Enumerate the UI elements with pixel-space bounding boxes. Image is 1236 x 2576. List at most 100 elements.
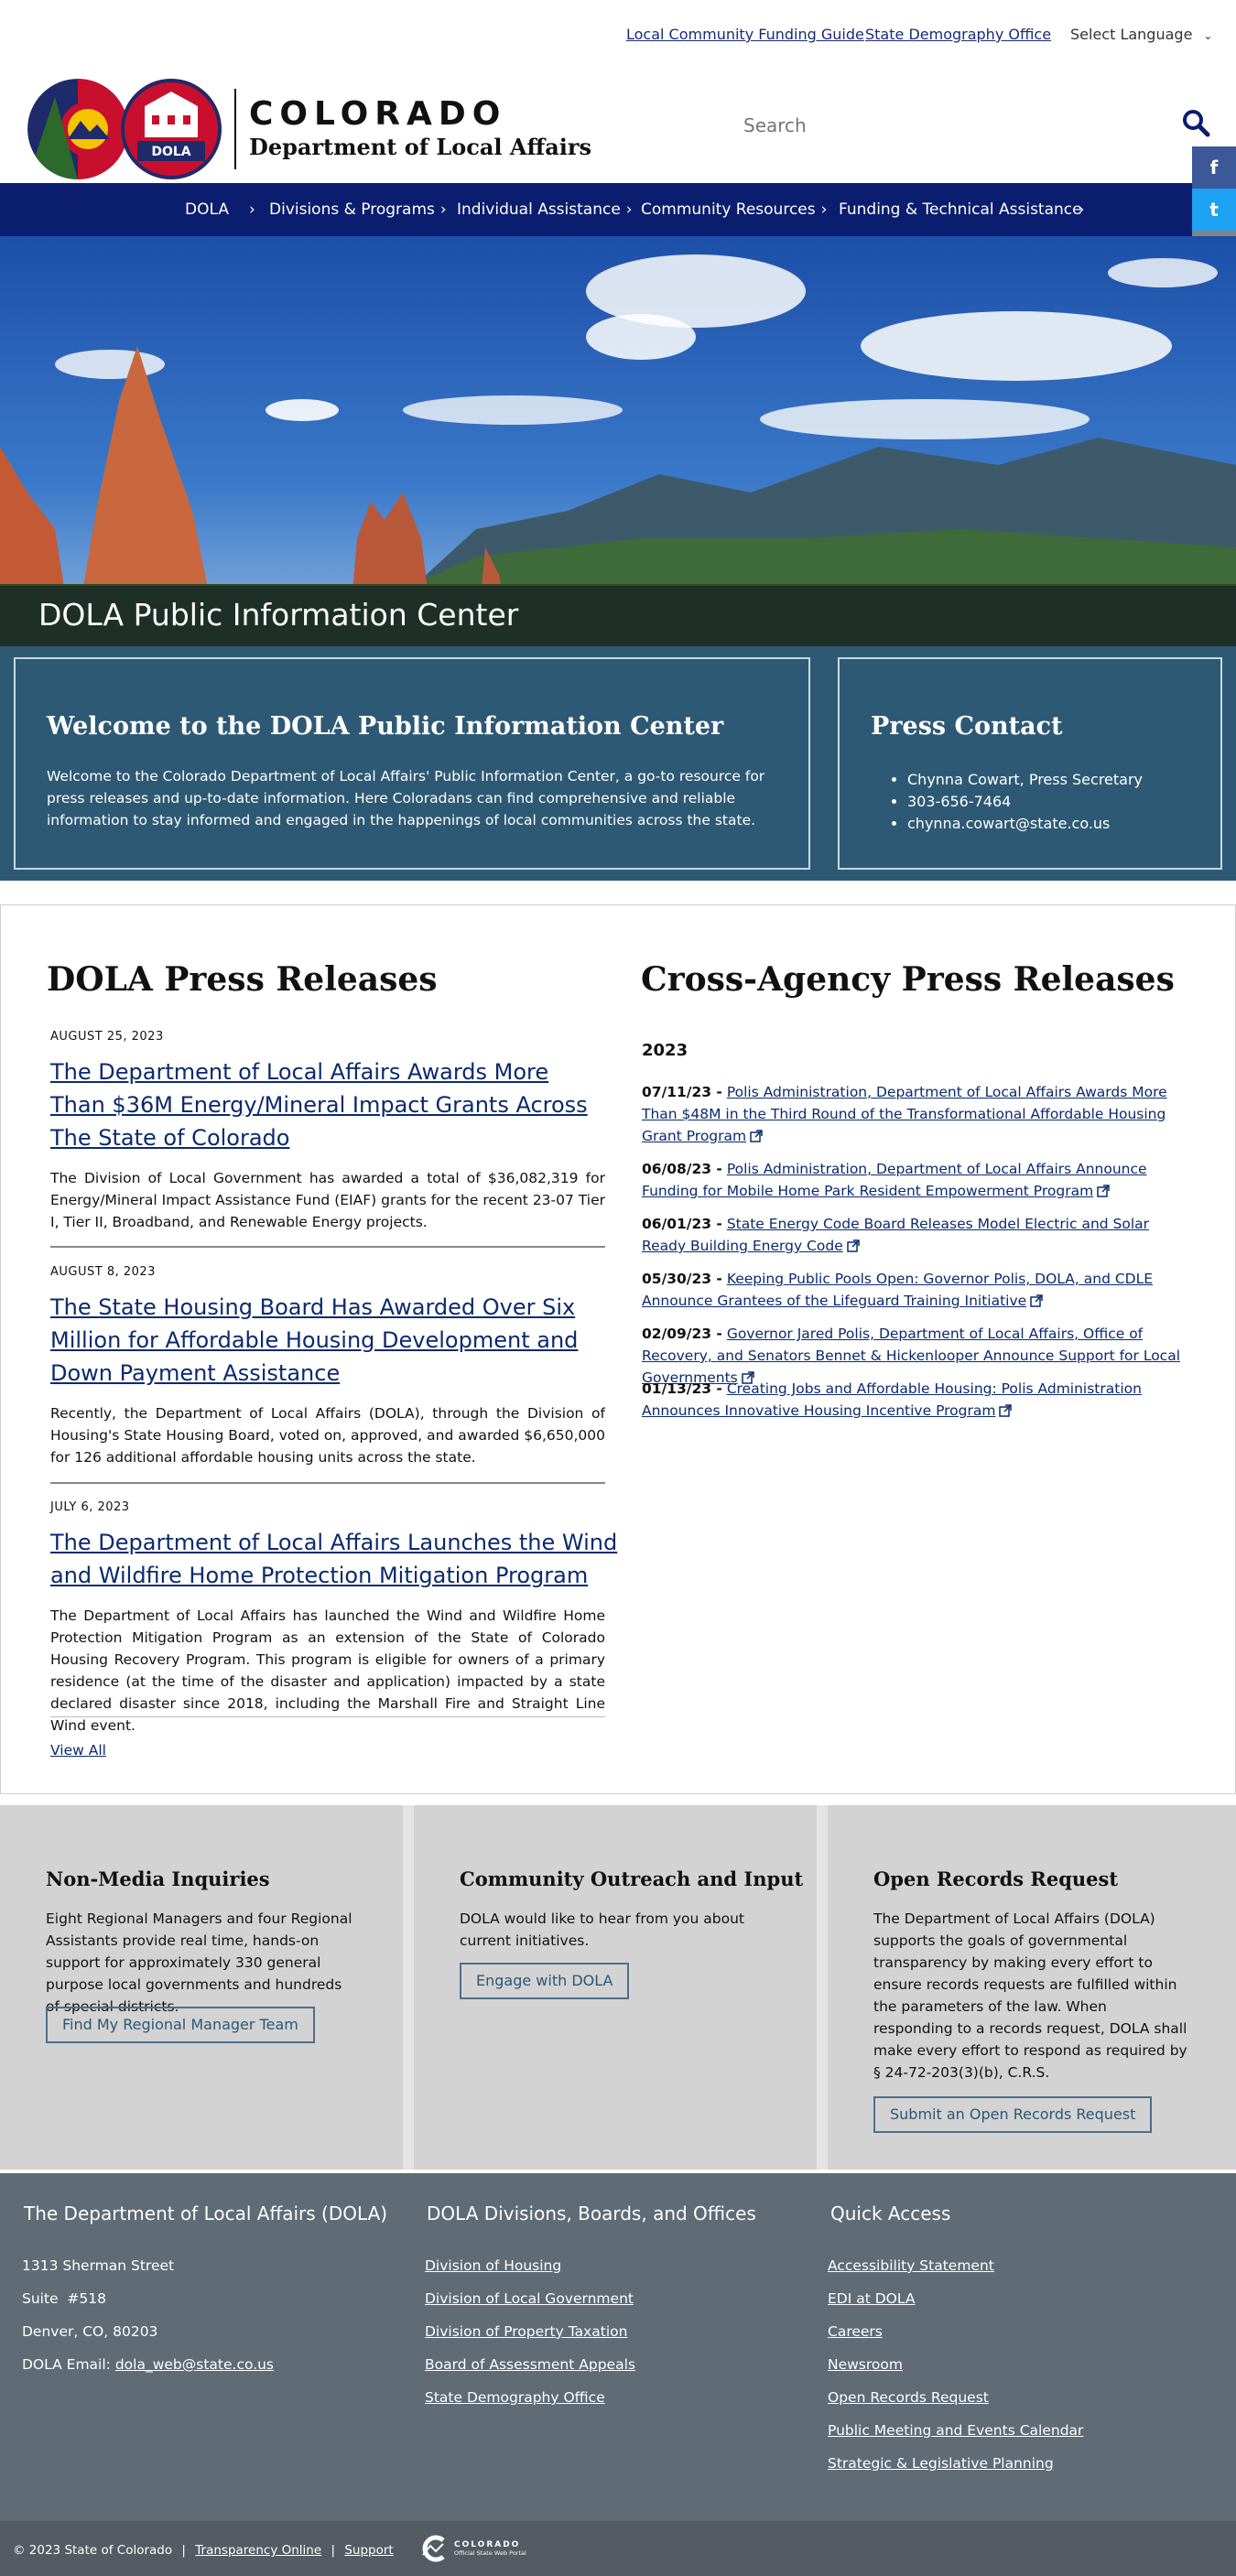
colorado-c-logo-icon — [422, 2535, 445, 2562]
seal-text: DOLA — [151, 145, 191, 159]
card-non-media: Non-Media Inquiries Eight Regional Manag… — [0, 1805, 403, 2170]
portal-name: COLORADO — [454, 2540, 521, 2549]
language-select[interactable]: Select Language ⌄ — [1070, 26, 1212, 43]
state-portal-logo[interactable]: COLORADO Official State Web Portal — [416, 2534, 526, 2563]
chevron-right-icon: › — [625, 200, 633, 219]
language-select-label: Select Language — [1070, 26, 1193, 43]
funding-guide-link[interactable]: Local Community Funding Guide — [626, 26, 864, 43]
footer-address-suite: Suite #518 — [22, 2290, 107, 2307]
search-bar — [743, 103, 1216, 148]
footer-link[interactable]: Public Meeting and Events Calendar — [828, 2422, 1083, 2439]
facebook-share-button[interactable]: f — [1192, 146, 1236, 189]
nav-item-divisions[interactable]: Divisions & Programs › — [269, 183, 447, 236]
brand-text: COLORADO Department of Local Affairs — [249, 96, 591, 162]
card-title: Non-Media Inquiries — [46, 1867, 270, 1890]
cross-agency-item: 07/11/23 - Polis Administration, Departm… — [642, 1081, 1191, 1147]
card-body: Eight Regional Managers and four Regiona… — [46, 1910, 352, 2015]
release-date: JULY 6, 2023 — [50, 1500, 130, 1514]
view-all-link[interactable]: View All — [50, 1742, 106, 1759]
footer-link[interactable]: State Demography Office — [425, 2389, 605, 2406]
external-link-icon — [846, 1239, 860, 1252]
item-date: 06/01/23 - — [642, 1216, 722, 1232]
nav-item-individual-assistance[interactable]: Individual Assistance › — [457, 183, 633, 236]
nav-item-label: Individual Assistance — [457, 200, 621, 219]
cross-agency-year: 2023 — [642, 1041, 688, 1060]
press-releases-section: DOLA Press Releases AUGUST 25, 2023 The … — [0, 904, 1236, 1794]
open-records-button[interactable]: Submit an Open Records Request — [873, 2096, 1153, 2133]
release-date: AUGUST 25, 2023 — [50, 1030, 164, 1044]
transparency-link[interactable]: Transparency Online — [195, 2543, 321, 2558]
welcome-panel: Welcome to the DOLA Public Information C… — [14, 657, 810, 870]
bottom-bar: © 2023 State of Colorado | Transparency … — [0, 2521, 1236, 2576]
item-date: 01/13/23 - — [642, 1380, 722, 1397]
footer-link[interactable]: Division of Property Taxation — [425, 2323, 627, 2340]
twitter-share-button[interactable]: t — [1192, 189, 1236, 231]
footer-col2-title: DOLA Divisions, Boards, and Offices — [427, 2203, 756, 2224]
colorado-flag-icon — [27, 79, 128, 179]
demography-office-link[interactable]: State Demography Office — [865, 26, 1051, 43]
site-header: DOLA COLORADO Department of Local Affair… — [0, 70, 1236, 183]
nav-item-community-resources[interactable]: Community Resources › — [641, 183, 827, 236]
press-contact-name: Chynna Cowart, Press Secretary — [907, 769, 1143, 791]
press-contact-phone: 303-656-7464 — [907, 791, 1143, 813]
welcome-section: Welcome to the DOLA Public Information C… — [0, 646, 1236, 881]
press-contact-title: Press Contact — [871, 712, 1063, 741]
press-contact-email-item: chynna.cowart@state.co.us — [907, 813, 1143, 835]
footer-link[interactable]: Strategic & Legislative Planning — [828, 2455, 1054, 2472]
search-input[interactable] — [743, 103, 1165, 148]
portal-sub: Official State Web Portal — [454, 2549, 526, 2557]
card-title: Community Outreach and Input — [460, 1867, 804, 1890]
release-divider — [50, 1482, 605, 1484]
footer-col1-title: The Department of Local Affairs (DOLA) — [24, 2203, 388, 2224]
footer-link[interactable]: EDI at DOLA — [828, 2290, 915, 2307]
footer-link[interactable]: Accessibility Statement — [828, 2257, 994, 2274]
footer-link[interactable]: Division of Local Government — [425, 2290, 634, 2307]
portal-text: COLORADO Official State Web Portal — [454, 2540, 526, 2557]
cross-agency-item: 01/13/23 - Creating Jobs and Affordable … — [642, 1378, 1191, 1422]
footer-col3-title: Quick Access — [830, 2203, 951, 2224]
release-title-link[interactable]: The Department of Local Affairs Launches… — [50, 1526, 618, 1592]
footer-email-label: DOLA Email: — [22, 2356, 111, 2373]
separator: | — [181, 2543, 186, 2558]
facebook-icon: f — [1209, 157, 1219, 179]
nav-item-label: DOLA — [185, 200, 229, 219]
nav-item-label: Funding & Technical Assistance — [839, 200, 1082, 219]
card-community-outreach: Community Outreach and Input DOLA would … — [414, 1805, 817, 2170]
logo-divider — [234, 89, 236, 169]
footer-link[interactable]: Board of Assessment Appeals — [425, 2356, 635, 2373]
footer-link[interactable]: Open Records Request — [828, 2389, 989, 2406]
brand-dept: Department of Local Affairs — [249, 134, 592, 160]
chevron-right-icon: › — [1078, 200, 1085, 219]
site-footer: The Department of Local Affairs (DOLA) 1… — [0, 2173, 1236, 2521]
release-title-link[interactable]: The Department of Local Affairs Awards M… — [50, 1055, 609, 1154]
hero-caption: DOLA Public Information Center — [0, 586, 1236, 646]
item-date: 05/30/23 - — [642, 1271, 722, 1287]
brand-state: COLORADO — [249, 95, 507, 133]
chevron-right-icon: › — [820, 200, 828, 219]
search-icon — [1183, 110, 1210, 137]
home-logo[interactable]: DOLA COLORADO Department of Local Affair… — [27, 79, 591, 179]
press-contact-email-link[interactable]: chynna.cowart@state.co.us — [907, 815, 1110, 832]
footer-link[interactable]: Division of Housing — [425, 2257, 561, 2274]
external-link-icon — [750, 1130, 763, 1142]
hero-image — [0, 236, 1236, 646]
release-summary: The Division of Local Government has awa… — [50, 1170, 605, 1230]
footer-email-link[interactable]: dola_web@state.co.us — [115, 2356, 274, 2373]
hero-banner: DOLA Public Information Center — [0, 236, 1236, 646]
hero-title: DOLA Public Information Center — [38, 597, 519, 633]
find-regional-manager-button[interactable]: Find My Regional Manager Team — [46, 2007, 315, 2043]
dola-releases-heading: DOLA Press Releases — [47, 960, 438, 999]
search-button[interactable] — [1181, 108, 1218, 145]
release-title-link[interactable]: The State Housing Board Has Awarded Over… — [50, 1291, 618, 1390]
bottom-links: © 2023 State of Colorado | Transparency … — [13, 2543, 394, 2558]
footer-link[interactable]: Newsroom — [828, 2356, 903, 2373]
engage-button[interactable]: Engage with DOLA — [460, 1963, 630, 1999]
nav-item-dola[interactable]: DOLA › — [185, 183, 255, 236]
support-link[interactable]: Support — [344, 2543, 393, 2558]
twitter-icon: t — [1209, 199, 1219, 221]
separator: | — [331, 2543, 336, 2558]
footer-link[interactable]: Careers — [828, 2323, 883, 2340]
nav-item-funding[interactable]: Funding & Technical Assistance› — [839, 183, 1084, 236]
footer-address-street: 1313 Sherman Street — [22, 2257, 175, 2274]
release-date: AUGUST 8, 2023 — [50, 1265, 156, 1279]
